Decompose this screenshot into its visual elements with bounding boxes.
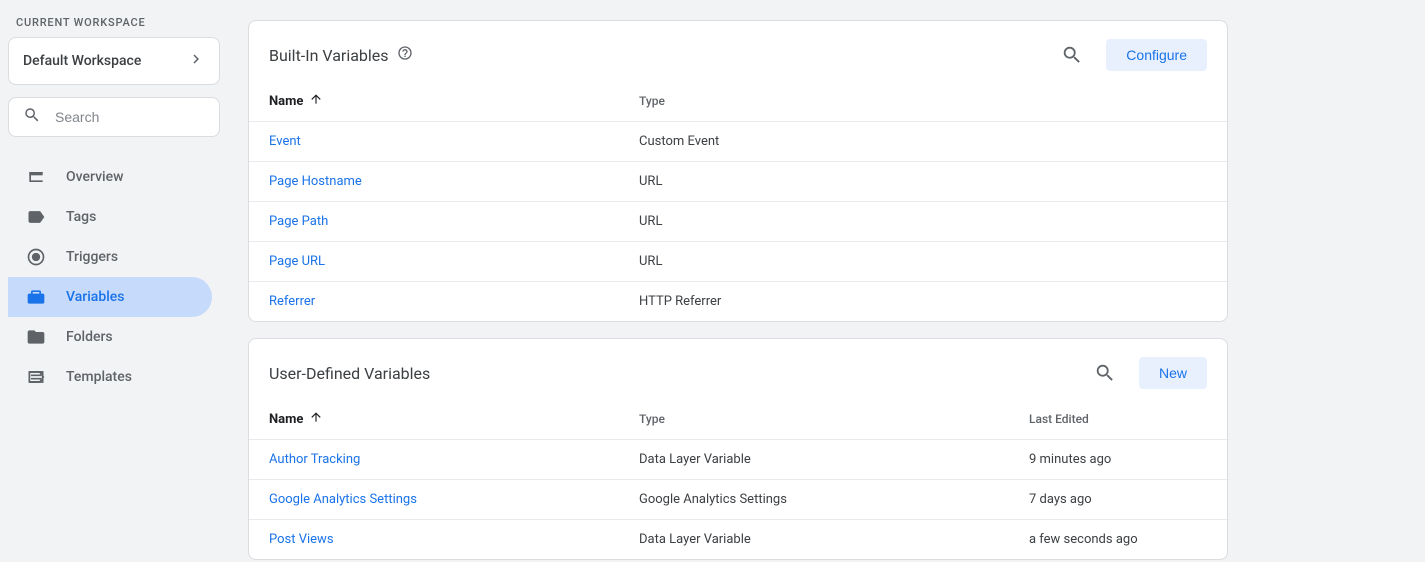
nav-label: Templates (66, 369, 132, 385)
table-row[interactable]: Post Views Data Layer Variable a few sec… (249, 519, 1227, 559)
col-label: Name (269, 94, 303, 109)
search-button[interactable] (1054, 37, 1090, 73)
main-content: Built-In Variables Configure Name (228, 0, 1425, 562)
table-row[interactable]: Author Tracking Data Layer Variable 9 mi… (249, 439, 1227, 479)
sidebar-search[interactable] (8, 97, 220, 137)
var-type: Custom Event (639, 134, 1207, 149)
nav-label: Overview (66, 169, 123, 185)
col-label: Name (269, 412, 303, 427)
search-icon (1061, 44, 1083, 66)
col-name[interactable]: Name (269, 92, 639, 110)
app-root: CURRENT WORKSPACE Default Workspace Over… (0, 0, 1425, 562)
search-icon (1094, 362, 1116, 384)
table-header: Name Type (249, 81, 1227, 121)
userdef-table: Name Type Last Edited Author Tracking Da… (249, 399, 1227, 559)
table-row[interactable]: Page Hostname URL (249, 161, 1227, 201)
builtin-variables-card: Built-In Variables Configure Name (248, 20, 1228, 322)
var-name[interactable]: Post Views (269, 532, 639, 547)
var-edited: a few seconds ago (1029, 532, 1207, 547)
var-name[interactable]: Google Analytics Settings (269, 492, 639, 507)
table-header: Name Type Last Edited (249, 399, 1227, 439)
search-input[interactable] (55, 109, 205, 125)
var-type: Data Layer Variable (639, 452, 1029, 467)
nav-label: Triggers (66, 249, 118, 265)
var-type: URL (639, 174, 1207, 189)
workspace-selector[interactable]: Default Workspace (8, 37, 220, 85)
template-icon (26, 367, 46, 387)
table-row[interactable]: Event Custom Event (249, 121, 1227, 161)
new-button[interactable]: New (1139, 357, 1207, 389)
var-type: Google Analytics Settings (639, 492, 1029, 507)
nav-folders[interactable]: Folders (8, 317, 212, 357)
arrow-up-icon (309, 410, 323, 428)
builtin-table: Name Type Event Custom Event Page Hostna… (249, 81, 1227, 321)
tag-icon (26, 207, 46, 227)
variable-icon (26, 287, 46, 307)
workspace-name: Default Workspace (23, 53, 141, 69)
var-name[interactable]: Referrer (269, 294, 639, 309)
help-icon[interactable] (397, 45, 413, 65)
nav-templates[interactable]: Templates (8, 357, 212, 397)
var-type: URL (639, 254, 1207, 269)
col-type[interactable]: Type (639, 412, 1029, 426)
var-edited: 7 days ago (1029, 492, 1207, 507)
search-icon (23, 106, 41, 128)
var-name[interactable]: Page URL (269, 254, 639, 269)
userdef-variables-card: User-Defined Variables New Name (248, 338, 1228, 560)
nav-list: Overview Tags Triggers Variables Folders (8, 157, 220, 397)
var-type: Data Layer Variable (639, 532, 1029, 547)
arrow-up-icon (309, 92, 323, 110)
table-row[interactable]: Google Analytics Settings Google Analyti… (249, 479, 1227, 519)
var-edited: 9 minutes ago (1029, 452, 1207, 467)
workspace-label: CURRENT WORKSPACE (8, 12, 220, 37)
folder-icon (26, 327, 46, 347)
table-row[interactable]: Page Path URL (249, 201, 1227, 241)
card-header: Built-In Variables Configure (249, 21, 1227, 81)
col-last-edited[interactable]: Last Edited (1029, 412, 1207, 426)
nav-tags[interactable]: Tags (8, 197, 212, 237)
card-title-wrap: Built-In Variables (269, 45, 413, 65)
card-title: Built-In Variables (269, 46, 389, 65)
nav-overview[interactable]: Overview (8, 157, 212, 197)
var-name[interactable]: Event (269, 134, 639, 149)
var-name[interactable]: Page Hostname (269, 174, 639, 189)
card-actions: Configure (1054, 37, 1207, 73)
var-type: URL (639, 214, 1207, 229)
nav-label: Tags (66, 209, 96, 225)
configure-button[interactable]: Configure (1106, 39, 1207, 71)
col-name[interactable]: Name (269, 410, 639, 428)
var-name[interactable]: Page Path (269, 214, 639, 229)
card-title: User-Defined Variables (269, 364, 430, 383)
card-actions: New (1087, 355, 1207, 391)
nav-label: Variables (66, 289, 124, 305)
table-row[interactable]: Page URL URL (249, 241, 1227, 281)
chevron-right-icon (187, 50, 205, 72)
nav-label: Folders (66, 329, 113, 345)
dashboard-icon (26, 167, 46, 187)
col-type[interactable]: Type (639, 94, 1207, 108)
table-row[interactable]: Referrer HTTP Referrer (249, 281, 1227, 321)
var-name[interactable]: Author Tracking (269, 452, 639, 467)
nav-variables[interactable]: Variables (8, 277, 212, 317)
var-type: HTTP Referrer (639, 294, 1207, 309)
nav-triggers[interactable]: Triggers (8, 237, 212, 277)
card-header: User-Defined Variables New (249, 339, 1227, 399)
sidebar: CURRENT WORKSPACE Default Workspace Over… (0, 0, 228, 562)
search-button[interactable] (1087, 355, 1123, 391)
trigger-icon (26, 247, 46, 267)
